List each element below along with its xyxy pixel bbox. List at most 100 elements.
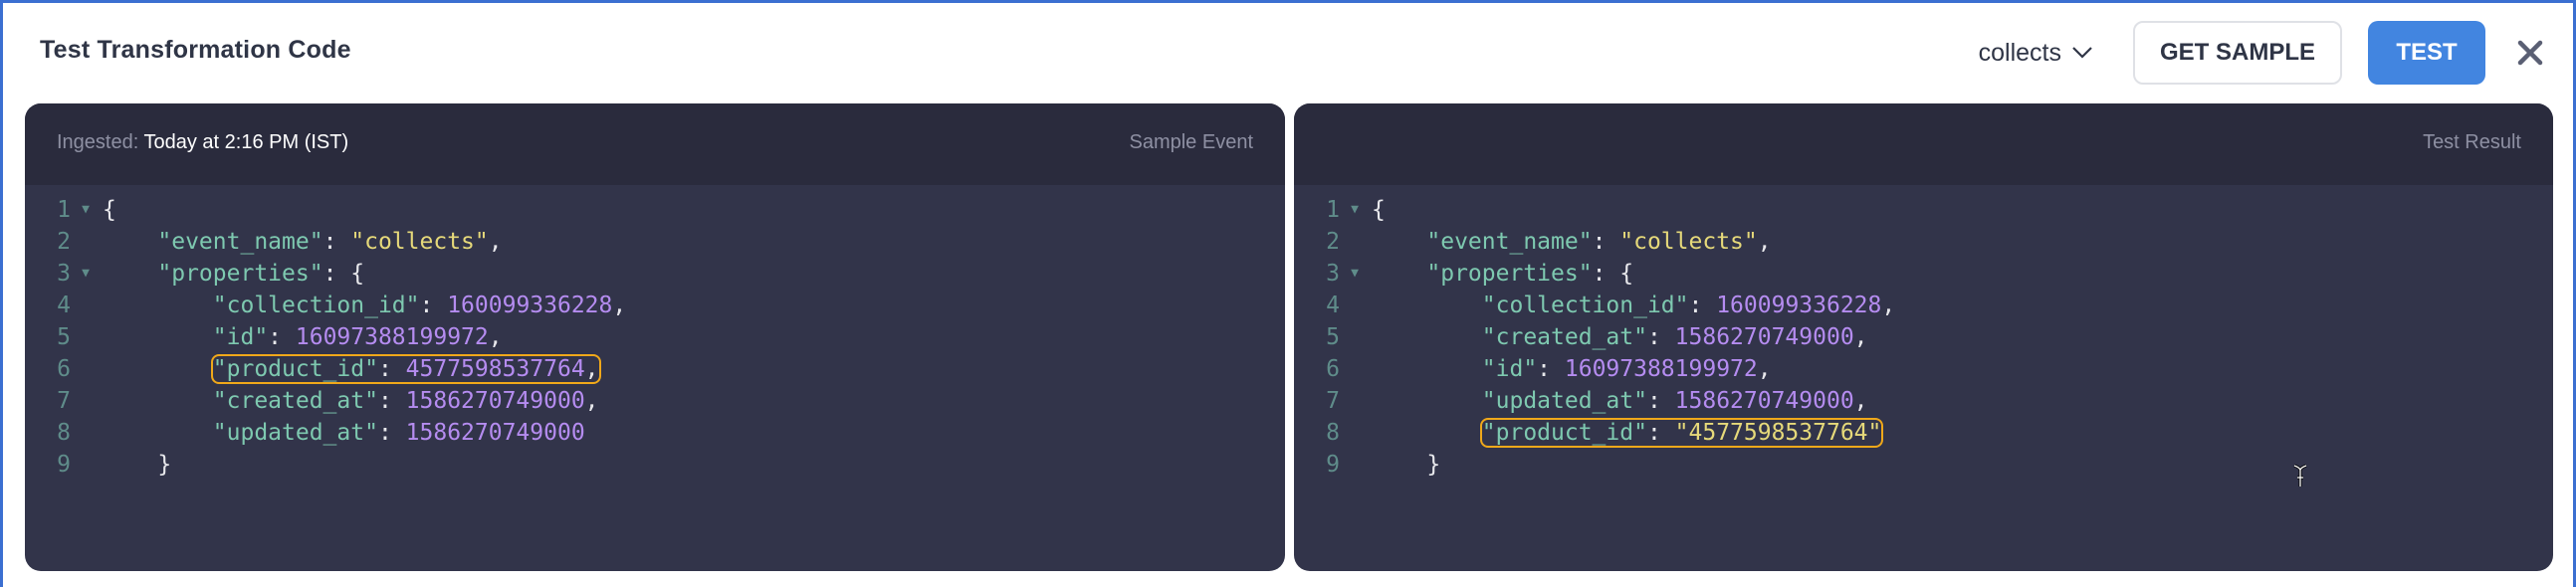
- test-result-code[interactable]: 1▼{2▼ "event_name": "collects",3▼ "prope…: [1294, 194, 2553, 483]
- fold-arrow-icon: ▼: [1344, 385, 1366, 417]
- line-number: 2: [57, 229, 71, 255]
- json-punct: :: [1537, 356, 1565, 382]
- code-text: "event_name": "collects",: [1366, 226, 1771, 258]
- code-tokens: "id": 16097388199972,: [1482, 356, 1772, 382]
- json-key: "product_id": [1481, 420, 1647, 446]
- line-number: 1: [1326, 197, 1340, 223]
- json-string: "4577598537764": [1674, 420, 1882, 446]
- modal-frame: Test Transformation Code collects GET SA…: [0, 0, 2576, 587]
- code-text: {: [1366, 194, 1386, 226]
- code-line: 9 ▼ }: [25, 449, 1285, 481]
- fold-arrow-icon: ▼: [75, 290, 97, 321]
- line-number: 8: [1326, 420, 1340, 446]
- sample-event-editor[interactable]: 1▼{2▼ "event_name": "collects",3▼ "prope…: [25, 185, 1285, 571]
- code-tokens: "event_name": "collects",: [1426, 229, 1771, 255]
- code-text: "id": 16097388199972,: [1366, 353, 1772, 385]
- test-button[interactable]: TEST: [2368, 21, 2485, 85]
- json-punct: : {: [322, 261, 365, 287]
- line-number: 2: [1326, 229, 1340, 255]
- json-punct: :: [322, 229, 351, 255]
- json-punct: ,: [1757, 356, 1772, 382]
- line-number: 4: [1326, 293, 1340, 318]
- fold-arrow-icon: ▼: [75, 385, 97, 417]
- event-type-select[interactable]: collects: [1979, 39, 2093, 68]
- test-result-editor[interactable]: 1▼{2▼ "event_name": "collects",3▼ "prope…: [1294, 185, 2553, 571]
- line-number: 5: [57, 324, 71, 350]
- code-line: 10▼}: [25, 481, 1285, 483]
- fold-arrow-icon[interactable]: ▼: [75, 258, 97, 290]
- json-punct: :: [419, 293, 448, 318]
- code-line: 2▼ "event_name": "collects",: [1294, 226, 2553, 258]
- fold-arrow-icon: ▼: [75, 417, 97, 449]
- fold-arrow-icon[interactable]: ▼: [1344, 258, 1366, 290]
- json-key: "collection_id": [1481, 293, 1689, 318]
- json-punct: :: [377, 388, 406, 414]
- code-tokens: "updated_at": 1586270749000: [213, 420, 585, 446]
- json-punct: :: [1688, 293, 1717, 318]
- json-key: "collection_id": [212, 293, 420, 318]
- line-number: 7: [1326, 388, 1340, 414]
- json-punct: ,: [1853, 324, 1868, 350]
- json-number: 1586270749000: [405, 388, 585, 414]
- json-key: "created_at": [212, 388, 378, 414]
- code-line: 7▼ "created_at": 1586270749000,: [25, 385, 1285, 417]
- code-line: 4▼ "collection_id": 160099336228,: [1294, 290, 2553, 321]
- json-string: "collects": [350, 229, 489, 255]
- json-number: 4577598537764: [405, 356, 585, 382]
- line-number: 10: [25, 481, 75, 483]
- code-tokens: "properties": {: [1426, 261, 1633, 287]
- get-sample-button[interactable]: GET SAMPLE: [2133, 21, 2342, 85]
- json-punct: }: [157, 452, 172, 478]
- line-number: 7: [57, 388, 71, 414]
- json-punct: }: [1426, 452, 1441, 478]
- text-cursor-icon: [2293, 464, 2307, 487]
- code-text: "created_at": 1586270749000,: [97, 385, 599, 417]
- sample-event-label: Sample Event: [1129, 131, 1253, 153]
- sample-event-panel: Ingested: Today at 2:16 PM (IST) Sample …: [25, 103, 1285, 571]
- fold-arrow-icon: ▼: [75, 321, 97, 353]
- fold-arrow-icon: ▼: [1344, 481, 1366, 483]
- code-tokens: "collection_id": 160099336228,: [213, 293, 626, 318]
- toolbar: collects GET SAMPLE TEST: [1979, 21, 2545, 85]
- close-button[interactable]: [2515, 38, 2545, 68]
- sample-event-code[interactable]: 1▼{2▼ "event_name": "collects",3▼ "prope…: [25, 194, 1285, 483]
- json-punct: : {: [1592, 261, 1634, 287]
- code-line: 5▼ "created_at": 1586270749000,: [1294, 321, 2553, 353]
- code-line: 6▼ "id": 16097388199972,: [1294, 353, 2553, 385]
- line-number: 9: [1326, 452, 1340, 478]
- test-result-header: Test Result: [1294, 103, 2553, 185]
- json-punct: ,: [1853, 388, 1868, 414]
- fold-arrow-icon: ▼: [1344, 290, 1366, 321]
- fold-arrow-icon: ▼: [1344, 449, 1366, 481]
- test-result-panel: Test Result 1▼{2▼ "event_name": "collect…: [1294, 103, 2553, 571]
- json-key: "updated_at": [212, 420, 378, 446]
- modal-title: Test Transformation Code: [40, 36, 351, 64]
- code-text: "created_at": 1586270749000,: [1366, 321, 1868, 353]
- json-number: 160099336228: [1716, 293, 1882, 318]
- code-text: "collection_id": 160099336228,: [1366, 290, 1895, 321]
- code-tokens: "event_name": "collects",: [157, 229, 502, 255]
- code-text: "properties": {: [1366, 258, 1633, 290]
- json-punct: ,: [584, 356, 599, 382]
- ingested-time: Today at 2:16 PM (IST): [143, 131, 349, 153]
- json-key: "id": [1481, 356, 1538, 382]
- line-number: 5: [1326, 324, 1340, 350]
- json-punct: :: [268, 324, 296, 350]
- fold-arrow-icon[interactable]: ▼: [1344, 194, 1366, 226]
- code-text: }: [97, 449, 171, 481]
- json-punct: ,: [1881, 293, 1896, 318]
- close-icon: [2517, 40, 2543, 66]
- json-punct: :: [1592, 229, 1620, 255]
- json-key: "event_name": [157, 229, 323, 255]
- fold-arrow-icon: ▼: [75, 226, 97, 258]
- line-number: 9: [57, 452, 71, 478]
- test-result-label: Test Result: [2423, 131, 2521, 153]
- code-line: 3 ▼ "properties": {: [25, 258, 1285, 290]
- code-tokens: "created_at": 1586270749000,: [1482, 324, 1868, 350]
- json-punct: :: [377, 356, 406, 382]
- line-number: 1: [57, 197, 71, 223]
- code-tokens: {: [1372, 197, 1386, 223]
- fold-arrow-icon[interactable]: ▼: [75, 194, 97, 226]
- json-punct: ,: [612, 293, 627, 318]
- json-key: "properties": [1426, 261, 1593, 287]
